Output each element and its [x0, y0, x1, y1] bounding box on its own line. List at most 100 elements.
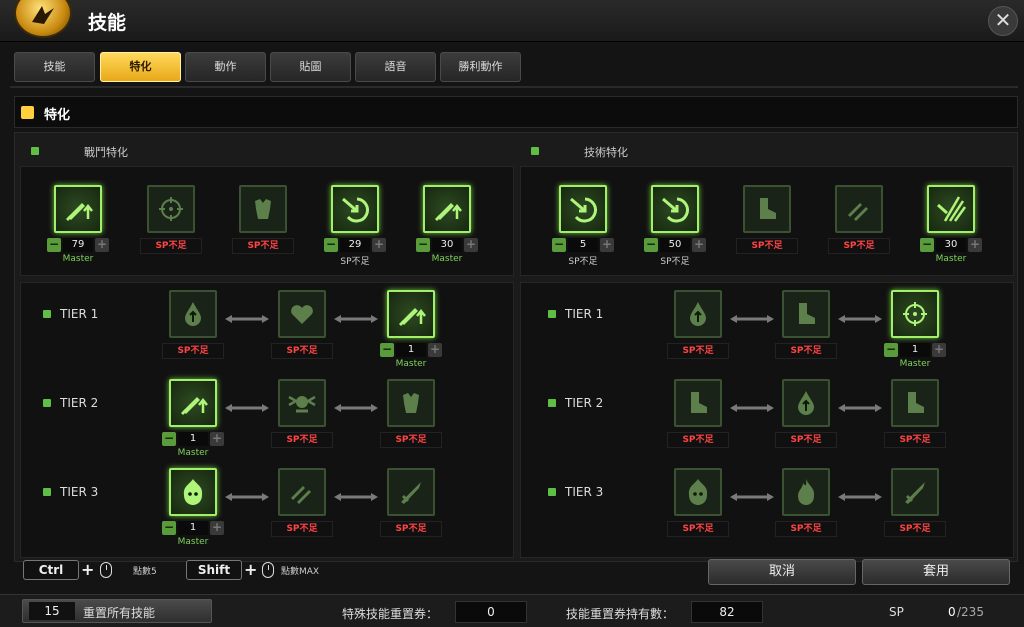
connector-arrow-icon — [333, 398, 379, 412]
combat-tier-skill-slot[interactable] — [169, 290, 217, 338]
tech-tier-skill-slot[interactable] — [891, 468, 939, 516]
apply-button[interactable]: 套用 — [862, 559, 1010, 585]
reset-all-label: 重置所有技能 — [83, 606, 156, 620]
plus-button[interactable]: + — [210, 521, 224, 535]
combat-skill-slot[interactable] — [423, 185, 471, 233]
minus-button[interactable]: − — [162, 432, 176, 446]
plus-button[interactable]: + — [210, 432, 224, 446]
tier-label-text: TIER 3 — [565, 485, 604, 499]
connector-arrow-icon — [729, 309, 775, 323]
skill-level-value: 30 — [432, 238, 462, 252]
combat-level-stepper: −79 + — [47, 238, 109, 254]
tier-marker-icon — [548, 310, 556, 318]
minus-button[interactable]: − — [324, 238, 338, 252]
plus-button[interactable]: + — [932, 343, 946, 357]
tech-tier-skill-slot[interactable] — [674, 468, 722, 516]
plus-button[interactable]: + — [372, 238, 386, 252]
combat-skill-slot[interactable] — [54, 185, 102, 233]
minus-button[interactable]: − — [552, 238, 566, 252]
plus-button[interactable]: + — [428, 343, 442, 357]
tab-skills[interactable]: 技能 — [14, 52, 95, 82]
reset-all-skills-button[interactable]: 15 重置所有技能 — [22, 599, 212, 623]
minus-button[interactable]: − — [884, 343, 898, 357]
combat-tier-skill-slot[interactable] — [169, 468, 217, 516]
master-label: Master — [62, 254, 94, 264]
combat-tier-skill-slot[interactable] — [387, 290, 435, 338]
sword-up-icon — [435, 203, 462, 221]
tech-tier-skill-slot[interactable] — [674, 379, 722, 427]
ctrl-hint: 點數5 — [133, 567, 157, 577]
connector-arrow-icon — [837, 487, 883, 501]
tech-tier-skill-slot[interactable] — [782, 290, 830, 338]
sp-insufficient-badge: SP不足 — [884, 432, 946, 448]
plus-button[interactable]: + — [464, 238, 478, 252]
minus-button[interactable]: − — [162, 521, 176, 535]
combat-tier-skill-slot[interactable] — [278, 290, 326, 338]
close-button[interactable]: ✕ — [988, 6, 1018, 36]
combat-tier-level-stepper: −1 + — [162, 432, 224, 448]
section-header: 特化 — [14, 96, 1018, 128]
tech-tier-skill-slot[interactable] — [782, 468, 830, 516]
tab-motion[interactable]: 動作 — [185, 52, 266, 82]
combat-skill-slot[interactable] — [331, 185, 379, 233]
minus-button[interactable]: − — [644, 238, 658, 252]
skill-level-value: 1 — [178, 521, 208, 535]
cancel-button[interactable]: 取消 — [708, 559, 856, 585]
tab-victory-motion[interactable]: 勝利動作 — [440, 52, 521, 82]
plus-button[interactable]: + — [600, 238, 614, 252]
tech-tier-skill-slot[interactable] — [782, 379, 830, 427]
sp-insufficient-badge: SP不足 — [271, 343, 333, 359]
minus-button[interactable]: − — [47, 238, 61, 252]
combat-skill-slot[interactable] — [239, 185, 287, 233]
tier-marker-icon — [43, 488, 51, 496]
combat-tier-skill-slot[interactable] — [278, 379, 326, 427]
minus-button[interactable]: − — [380, 343, 394, 357]
tech-tier-skill-slot[interactable] — [891, 290, 939, 338]
sp-insufficient-badge: SP不足 — [271, 432, 333, 448]
shift-key: Shift — [186, 560, 242, 580]
combat-skill-slot[interactable] — [147, 185, 195, 233]
tier-label: TIER 2 — [43, 396, 99, 410]
skull-wings-icon — [288, 395, 316, 413]
tech-skill-slot[interactable] — [651, 185, 699, 233]
plus-button[interactable]: + — [692, 238, 706, 252]
tab-specialization[interactable]: 特化 — [100, 52, 181, 82]
master-label: Master — [935, 254, 967, 264]
shift-hint: 點數MAX — [281, 567, 320, 577]
skill-level-value: 50 — [660, 238, 690, 252]
sp-insufficient-badge: SP不足 — [667, 343, 729, 359]
skill-level-value: 5 — [568, 238, 598, 252]
sp-insufficient-badge: SP不足 — [140, 238, 202, 254]
tab-sticker[interactable]: 貼圖 — [270, 52, 351, 82]
tab-voice[interactable]: 語音 — [355, 52, 436, 82]
tech-level-stepper: −50 + — [644, 238, 706, 254]
tech-skill-slot[interactable] — [927, 185, 975, 233]
armor-up-icon — [255, 199, 271, 219]
tech-tier-skill-slot[interactable] — [674, 290, 722, 338]
double-sword-icon — [291, 486, 311, 504]
tech-tier-skill-slot[interactable] — [891, 379, 939, 427]
special-reset-ticket-value: 0 — [455, 601, 527, 623]
skill-level-value: 30 — [936, 238, 966, 252]
combat-level-stepper: −30 + — [416, 238, 478, 254]
tier-label-text: TIER 2 — [60, 396, 99, 410]
sp-insufficient-badge: SP不足 — [380, 432, 442, 448]
tech-skill-slot[interactable] — [835, 185, 883, 233]
sp-insufficient-badge: SP不足 — [380, 521, 442, 537]
minus-button[interactable]: − — [416, 238, 430, 252]
tech-skill-slot[interactable] — [743, 185, 791, 233]
minus-button[interactable]: − — [920, 238, 934, 252]
reset-cost: 15 — [29, 602, 75, 620]
plus-button[interactable]: + — [968, 238, 982, 252]
special-reset-ticket-label: 特殊技能重置券： — [342, 607, 439, 621]
sp-current: 0 — [948, 605, 956, 619]
combat-tier-skill-slot[interactable] — [278, 468, 326, 516]
connector-arrow-icon — [224, 309, 270, 323]
game-logo-icon — [14, 0, 72, 38]
combat-tier-skill-slot[interactable] — [387, 468, 435, 516]
combat-tier-skill-slot[interactable] — [387, 379, 435, 427]
plus-button[interactable]: + — [95, 238, 109, 252]
tech-skill-slot[interactable] — [559, 185, 607, 233]
claw-slash-icon — [937, 196, 967, 222]
combat-tier-skill-slot[interactable] — [169, 379, 217, 427]
